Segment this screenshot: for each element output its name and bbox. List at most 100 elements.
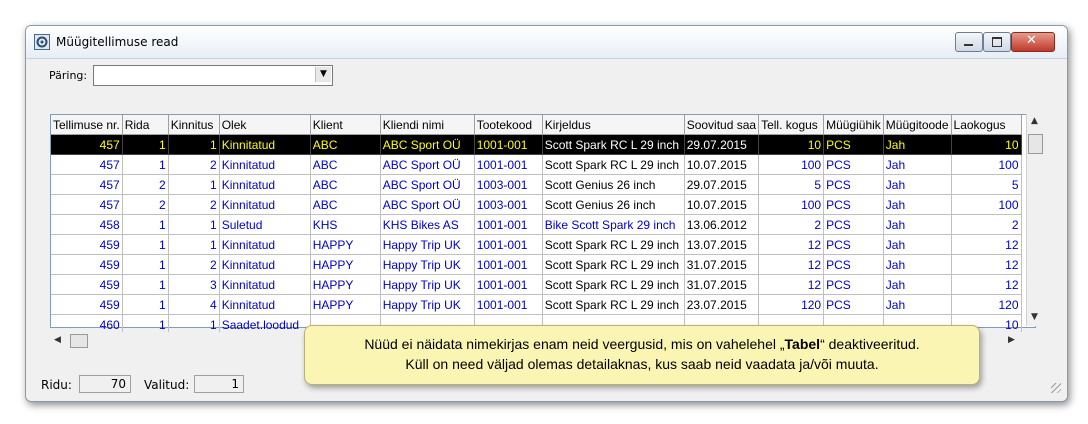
table-cell: PCS [823, 134, 884, 155]
table-cell: 10.07.2015 [684, 154, 760, 175]
table-cell: Scott Spark RC L 29 inch [542, 254, 685, 275]
table-cell: Jah [883, 134, 952, 155]
table-cell: 459 [51, 274, 123, 295]
table-cell: 1001-001 [474, 274, 543, 295]
table-cell: 2 [168, 154, 220, 175]
table-cell: Happy Trip UK [380, 234, 475, 255]
table-cell: 13.07.2015 [684, 234, 760, 255]
table-cell: PCS [823, 154, 884, 175]
column-header[interactable]: Soovitud saa [684, 115, 760, 135]
table-cell: ABC [310, 154, 381, 175]
column-header[interactable]: Rida [122, 115, 169, 135]
table-cell: HAPPY [310, 254, 381, 275]
table-cell: PCS [823, 214, 884, 235]
maximize-button[interactable] [983, 32, 1011, 52]
table-cell: 1 [122, 154, 169, 175]
table-cell: PCS [823, 194, 884, 215]
table-cell: 12 [758, 234, 825, 255]
table-cell: 1 [168, 234, 220, 255]
table-cell: KHS Bikes AS [380, 214, 475, 235]
table-cell: Scott Genius 26 inch [542, 194, 685, 215]
table-cell: 23.07.2015 [684, 294, 760, 315]
scroll-up-icon[interactable]: ▲ [1031, 116, 1038, 126]
callout-text-bold: Tabel [784, 336, 821, 352]
table-cell: HAPPY [310, 274, 381, 295]
maximize-icon [992, 37, 1002, 47]
table-cell: 12 [758, 274, 825, 295]
table-cell: 13.06.2012 [684, 214, 760, 235]
column-header[interactable]: Olek [219, 115, 311, 135]
column-header[interactable]: Tell. kogus [758, 115, 825, 135]
vertical-scrollbar[interactable]: ▲ ▼ [1026, 114, 1043, 326]
horizontal-scroll-thumb[interactable] [70, 334, 88, 348]
table-row[interactable]: 457 2 2 Kinnitatud ABC ABC Sport OÜ 1003-001 Sc… [51, 194, 1022, 215]
header-row: Tellimuse nr. Rida Kinnitus Olek Klient Klien… [51, 115, 1022, 135]
table-cell: Scott Spark RC L 29 inch [542, 234, 685, 255]
close-button[interactable]: ✕ [1011, 32, 1055, 52]
table-row[interactable]: 457 1 1 Kinnitatud ABC ABC Sport OÜ 1001-001 Sc… [51, 134, 1022, 155]
table-cell: 459 [51, 234, 123, 255]
query-label: Päring: [49, 69, 88, 82]
column-header[interactable]: Müügitoode [883, 115, 952, 135]
table-cell: 5 [758, 174, 825, 195]
scroll-left-icon[interactable]: ◀ [54, 335, 61, 345]
table-cell: 1001-001 [474, 214, 543, 235]
table-row[interactable]: 458 1 1 Suletud KHS KHS Bikes AS 1001-001 Bike … [51, 214, 1022, 235]
scroll-down-icon[interactable]: ▼ [1031, 312, 1038, 322]
table-cell: 457 [51, 194, 123, 215]
table-cell: 12 [951, 274, 1022, 295]
callout-line-2: Küll on need väljad olemas detailaknas, … [405, 356, 879, 372]
table-cell: ABC Sport OÜ [380, 194, 475, 215]
table-cell: Jah [883, 194, 952, 215]
table-row[interactable]: 457 2 1 Kinnitatud ABC ABC Sport OÜ 1003-001 Sc… [51, 174, 1022, 195]
column-header[interactable]: Tellimuse nr. [51, 115, 123, 135]
table-cell: Happy Trip UK [380, 254, 475, 275]
column-header[interactable]: Laokogus [951, 115, 1022, 135]
table-cell: 2 [168, 254, 220, 275]
table-row[interactable]: 459 1 1 Kinnitatud HAPPY Happy Trip UK 1001-00… [51, 234, 1022, 255]
table-row[interactable]: 459 1 4 Kinnitatud HAPPY Happy Trip UK 1001-00… [51, 294, 1022, 315]
minimize-button[interactable] [955, 32, 983, 52]
table-cell: Scott Spark RC L 29 inch [542, 134, 685, 155]
scroll-right-icon[interactable]: ▶ [1008, 335, 1015, 345]
order-lines-table: Tellimuse nr. Rida Kinnitus Olek Klient Klien… [51, 115, 1022, 335]
column-header[interactable]: Tootekood [474, 115, 543, 135]
table-cell: 1003-001 [474, 174, 543, 195]
table-cell: 100 [758, 154, 825, 175]
column-header[interactable]: Kliendi nimi [380, 115, 475, 135]
table-cell: Jah [883, 234, 952, 255]
table-cell: 2 [758, 214, 825, 235]
table-row[interactable]: 459 1 3 Kinnitatud HAPPY Happy Trip UK 1001-00… [51, 274, 1022, 295]
table-cell: 459 [51, 254, 123, 275]
table-row[interactable]: 459 1 2 Kinnitatud HAPPY Happy Trip UK 1001-00… [51, 254, 1022, 275]
table-cell: 458 [51, 214, 123, 235]
window-title: Müügitellimuse read [56, 35, 179, 49]
table-cell: 1 [122, 274, 169, 295]
table-cell: Jah [883, 154, 952, 175]
table-cell: Kinnitatud [219, 194, 311, 215]
table-row[interactable]: 457 1 2 Kinnitatud ABC ABC Sport OÜ 1001-001 Sc… [51, 154, 1022, 175]
table-cell: ABC [310, 174, 381, 195]
table-cell: ABC Sport OÜ [380, 134, 475, 155]
table-cell: 29.07.2015 [684, 174, 760, 195]
title-bar[interactable]: Müügitellimuse read ✕ [26, 26, 1067, 59]
table-cell: 457 [51, 154, 123, 175]
table-cell: ABC Sport OÜ [380, 174, 475, 195]
vertical-scroll-thumb[interactable] [1028, 134, 1043, 154]
column-header[interactable]: Kirjeldus [542, 115, 685, 135]
table-cell: 1001-001 [474, 234, 543, 255]
minimize-icon [964, 44, 973, 46]
column-header[interactable]: Klient [310, 115, 381, 135]
query-dropdown[interactable]: ▼ [93, 65, 333, 86]
column-header[interactable]: Kinnitus [168, 115, 220, 135]
table-cell: Jah [883, 254, 952, 275]
table-cell: 1 [122, 214, 169, 235]
order-lines-grid[interactable]: Tellimuse nr. Rida Kinnitus Olek Klient Klien… [50, 114, 1036, 335]
row-count-value: 70 [79, 375, 131, 393]
table-cell: 1 [122, 134, 169, 155]
resize-grip-icon[interactable] [1051, 383, 1061, 393]
column-header[interactable]: Müügiühik [823, 115, 884, 135]
chevron-down-icon[interactable]: ▼ [315, 67, 331, 82]
table-cell: Kinnitatud [219, 274, 311, 295]
table-cell: Jah [883, 174, 952, 195]
